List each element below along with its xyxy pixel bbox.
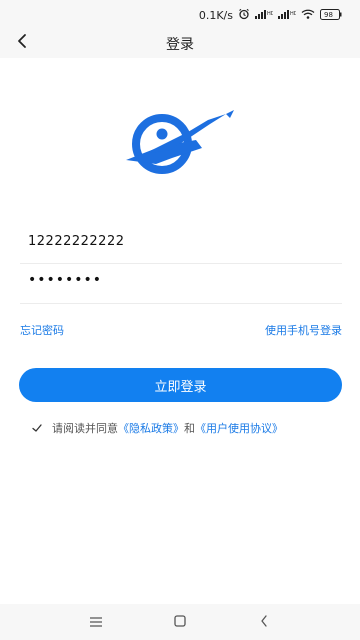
password-field[interactable]: •••••••• — [20, 266, 342, 304]
menu-button[interactable] — [87, 613, 105, 631]
login-button[interactable]: 立即登录 — [19, 368, 342, 402]
password-value: •••••••• — [28, 272, 103, 288]
menu-icon — [89, 613, 103, 632]
forgot-password-link[interactable]: 忘记密码 — [20, 322, 64, 338]
status-indicators: 0.1K/s HD HD 98 — [199, 8, 342, 23]
battery-icon: 98 — [320, 8, 342, 23]
network-speed: 0.1K/s — [198, 9, 233, 22]
signal-icon: HD — [255, 9, 275, 22]
username-value: 12222222222 — [28, 234, 125, 249]
home-button[interactable] — [171, 613, 189, 631]
wifi-icon — [301, 9, 315, 22]
agreement-row: 请阅读并同意 《隐私政策》 和 《用户使用协议》 — [30, 420, 283, 436]
agreement-checkbox[interactable] — [30, 421, 44, 435]
phone-login-link[interactable]: 使用手机号登录 — [265, 322, 342, 338]
username-field[interactable]: 12222222222 — [20, 226, 342, 264]
back-icon — [259, 613, 269, 632]
svg-text:HD: HD — [267, 11, 273, 17]
app-logo — [126, 110, 236, 174]
title-bar: 登录 — [0, 30, 360, 58]
agreement-prefix: 请阅读并同意 — [52, 422, 118, 435]
alarm-icon — [238, 8, 250, 23]
status-bar: 0.1K/s HD HD 98 — [0, 0, 360, 30]
checkmark-icon — [32, 424, 42, 432]
signal-icon: HD — [278, 9, 298, 22]
privacy-policy-link[interactable]: 《隐私政策》 — [118, 420, 184, 436]
svg-text:HD: HD — [290, 11, 296, 17]
page-title: 登录 — [166, 37, 194, 53]
user-agreement-link[interactable]: 《用户使用协议》 — [195, 420, 283, 436]
svg-text:98: 98 — [324, 11, 333, 19]
home-icon — [173, 613, 187, 632]
nav-back-button[interactable] — [255, 613, 273, 631]
system-nav-bar — [0, 604, 360, 640]
agreement-and: 和 — [184, 422, 195, 435]
login-button-label: 立即登录 — [154, 379, 207, 395]
